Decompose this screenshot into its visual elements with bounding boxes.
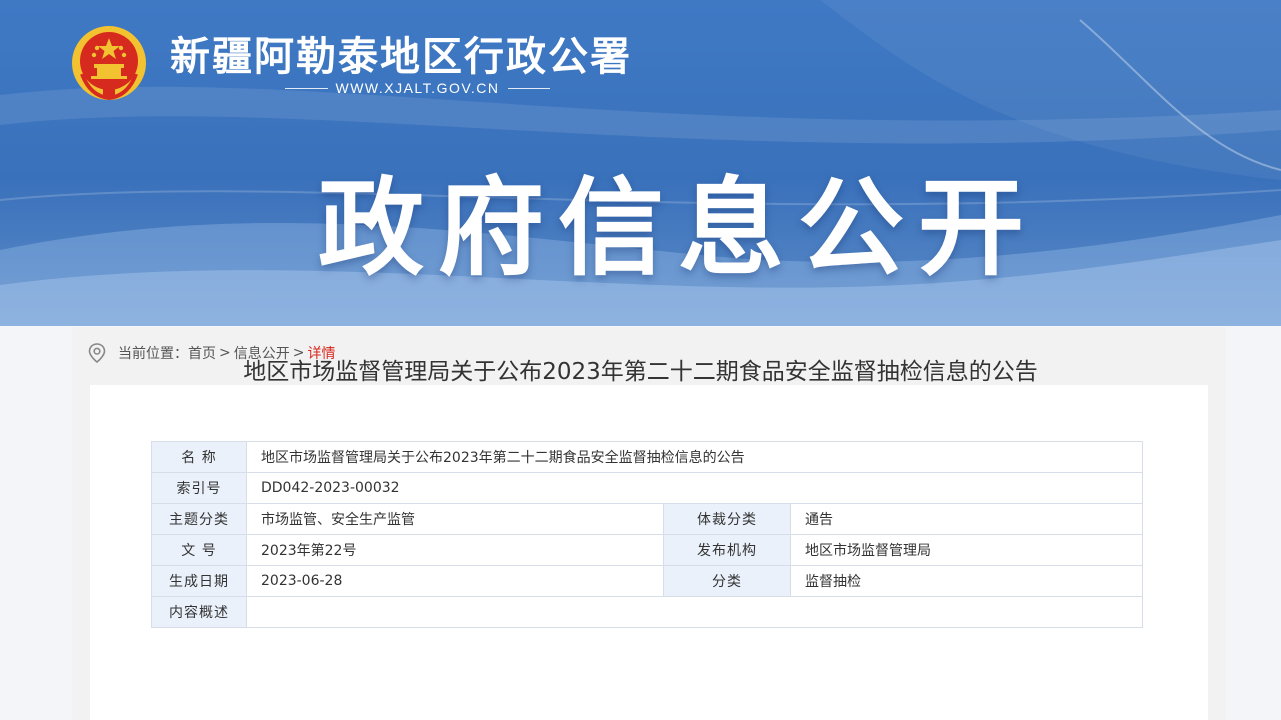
category-label: 分类: [663, 565, 791, 597]
url-divider-right: [507, 87, 551, 89]
site-title: 新疆阿勒泰地区行政公署: [170, 34, 632, 80]
category-value: 监督抽检: [790, 565, 1143, 597]
url-divider-left: [285, 87, 328, 89]
topic-value: 市场监管、安全生产监管: [246, 503, 664, 535]
index-label: 索引号: [151, 472, 247, 504]
genre-label: 体裁分类: [663, 503, 791, 535]
table-row: 生成日期 2023-06-28 分类 监督抽检: [151, 565, 1143, 597]
date-value: 2023-06-28: [246, 565, 664, 597]
content-area: 名 称 地区市场监督管理局关于公布2023年第二十二期食品安全监督抽检信息的公告…: [90, 385, 1208, 720]
name-value: 地区市场监督管理局关于公布2023年第二十二期食品安全监督抽检信息的公告: [246, 441, 1143, 473]
topic-label: 主题分类: [151, 503, 247, 535]
index-value: DD042-2023-00032: [246, 472, 1143, 504]
table-row: 文 号 2023年第22号 发布机构 地区市场监督管理局: [151, 534, 1143, 566]
table-row: 名 称 地区市场监督管理局关于公布2023年第二十二期食品安全监督抽检信息的公告: [151, 441, 1143, 473]
info-metadata-table: 名 称 地区市场监督管理局关于公布2023年第二十二期食品安全监督抽检信息的公告…: [151, 441, 1143, 628]
doc-no-value: 2023年第22号: [246, 534, 664, 566]
banner-title: 政府信息公开: [318, 167, 1038, 290]
site-url[interactable]: WWW.XJALT.GOV.CN: [336, 80, 500, 96]
table-row: 索引号 DD042-2023-00032: [151, 472, 1143, 504]
national-emblem-icon: [72, 26, 146, 101]
doc-no-label: 文 号: [151, 534, 247, 566]
publisher-label: 发布机构: [663, 534, 791, 566]
date-label: 生成日期: [151, 565, 247, 597]
name-label: 名 称: [151, 441, 247, 473]
header-banner: 新疆阿勒泰地区行政公署 WWW.XJALT.GOV.CN 政府信息公开: [0, 0, 1281, 326]
table-row: 主题分类 市场监管、安全生产监管 体裁分类 通告: [151, 503, 1143, 535]
summary-value: [246, 596, 1143, 628]
article-title: 地区市场监督管理局关于公布2023年第二十二期食品安全监督抽检信息的公告: [243, 359, 1038, 385]
genre-value: 通告: [790, 503, 1143, 535]
publisher-value: 地区市场监督管理局: [790, 534, 1143, 566]
summary-label: 内容概述: [151, 596, 247, 628]
site-url-row: WWW.XJALT.GOV.CN: [285, 78, 551, 98]
table-row: 内容概述: [151, 596, 1143, 628]
